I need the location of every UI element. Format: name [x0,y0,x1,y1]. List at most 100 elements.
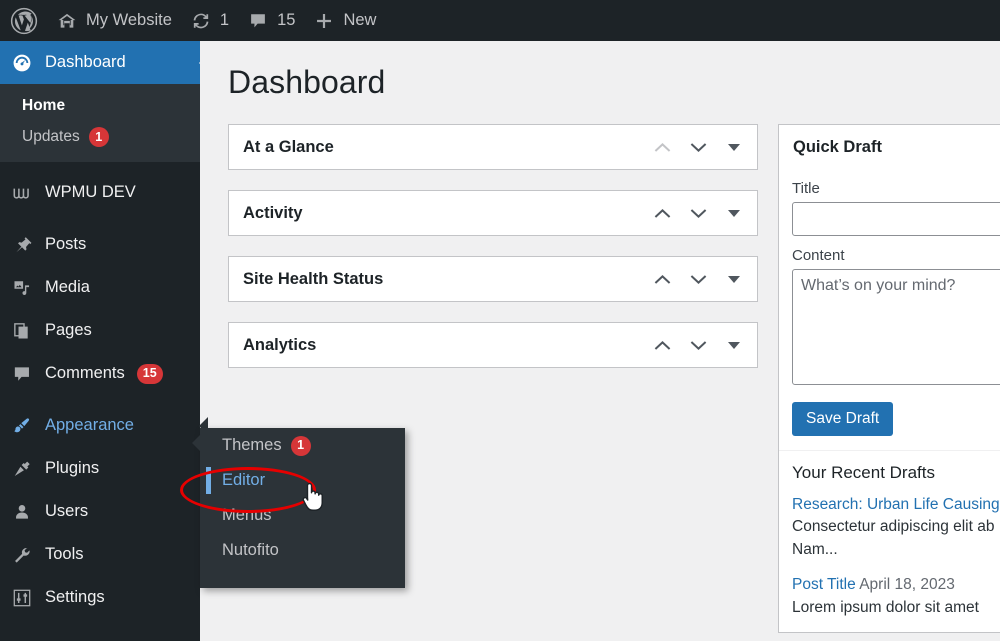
panel-title: Site Health Status [243,269,384,288]
new-content-label: New [343,11,377,30]
draft-item: Research: Urban Life Causing Consectetur… [792,494,1000,561]
sidebar-item-dashboard-label: Dashboard [45,53,126,72]
toggle-panel-button[interactable] [719,132,749,162]
chevron-down-icon [728,143,740,151]
flyout-item-nutofito[interactable]: Nutofito [200,533,405,568]
site-name-label: My Website [86,11,172,30]
move-up-button[interactable] [647,264,677,294]
move-up-button[interactable] [647,330,677,360]
move-down-button[interactable] [683,132,713,162]
appearance-flyout-submenu: Themes 1 Editor Menus Nutofito [192,428,405,588]
dashboard-gauge-icon [11,52,33,74]
flyout-item-nutofito-label: Nutofito [222,541,279,559]
move-down-button[interactable] [683,264,713,294]
menu-separator [0,214,200,223]
sidebar-item-comments[interactable]: Comments 15 [0,352,200,395]
draft-excerpt: Consectetur adipiscing elit ab Nam... [792,518,995,558]
panel-controls [647,330,749,360]
move-down-button[interactable] [683,198,713,228]
panel-activity: Activity [228,190,758,236]
recent-drafts-heading: Your Recent Drafts [792,463,935,482]
draft-link[interactable]: Research: Urban Life Causing [792,496,1000,513]
flyout-item-menus[interactable]: Menus [200,498,405,533]
paintbrush-icon [11,415,33,437]
toggle-panel-button[interactable] [719,198,749,228]
dashboard-submenu: Home Updates 1 [0,84,200,162]
panel-header[interactable]: Site Health Status [229,257,757,301]
toggle-panel-button[interactable] [719,330,749,360]
sidebar-item-settings[interactable]: Settings [0,576,200,619]
sidebar-item-plugins-label: Plugins [45,459,100,478]
wordpress-admin-screen: My Website 1 15 New Dashboard Home Updat… [0,0,1000,641]
toggle-panel-button[interactable] [719,264,749,294]
move-down-button[interactable] [683,330,713,360]
draft-item: Post Title April 18, 2023 Lorem ipsum do… [792,574,1000,619]
draft-excerpt: Lorem ipsum dolor sit amet [792,598,979,616]
home-icon [56,10,78,32]
panel-header[interactable]: Activity [229,191,757,235]
chevron-down-icon [728,341,740,349]
flyout-item-themes-label: Themes [222,436,282,454]
sidebar-item-dashboard[interactable]: Dashboard [0,41,200,84]
dashboard-column-side: Quick Draft Title Content Save Draft You… [778,124,1000,641]
sidebar-item-plugins[interactable]: Plugins [0,447,200,490]
flyout-item-editor[interactable]: Editor [200,463,405,498]
draft-content-textarea[interactable] [792,269,1000,385]
sidebar-item-appearance[interactable]: Appearance [0,404,200,447]
panel-title: Activity [243,203,303,222]
sidebar-item-appearance-label: Appearance [45,416,134,435]
wordpress-logo-button[interactable] [0,0,47,41]
submenu-item-updates[interactable]: Updates 1 [0,121,200,153]
draft-title-input[interactable] [792,202,1000,236]
sidebar-item-wpmu-dev-label: WPMU DEV [45,183,136,202]
title-field-label: Title [792,180,820,197]
sidebar-item-posts[interactable]: Posts [0,223,200,266]
flyout-item-themes[interactable]: Themes 1 [200,428,405,463]
flyout-item-menus-label: Menus [222,506,272,524]
panel-analytics: Analytics [228,322,758,368]
panel-header[interactable]: At a Glance [229,125,757,169]
wordpress-logo-icon [10,7,38,35]
draft-date: April 18, 2023 [859,576,955,594]
updates-button[interactable]: 1 [181,0,238,41]
sidebar-item-media[interactable]: Media [0,266,200,309]
wrench-icon [11,544,33,566]
site-name-button[interactable]: My Website [47,0,181,41]
updates-count: 1 [219,11,230,30]
chevron-down-icon [728,209,740,217]
sidebar-item-pages[interactable]: Pages [0,309,200,352]
chevron-down-icon [728,275,740,283]
submenu-item-home-label: Home [22,97,66,114]
wpmudev-icon [11,182,33,204]
panel-header[interactable]: Analytics [229,323,757,367]
media-icon [11,277,33,299]
submenu-item-home[interactable]: Home [0,91,200,121]
quick-draft-body: Title Content Save Draft [779,169,1000,450]
panel-at-a-glance: At a Glance [228,124,758,170]
sidebar-item-tools-label: Tools [45,545,84,564]
updates-badge: 1 [88,127,109,147]
sidebar-item-settings-label: Settings [45,588,105,607]
draft-link[interactable]: Post Title [792,576,856,593]
sidebar-item-tools[interactable]: Tools [0,533,200,576]
comments-button[interactable]: 15 [238,0,304,41]
panel-header[interactable]: Quick Draft [779,125,1000,169]
save-draft-button[interactable]: Save Draft [792,402,894,436]
move-up-button[interactable] [647,198,677,228]
new-content-button[interactable]: New [304,0,385,41]
menu-separator [0,395,200,404]
move-up-button[interactable] [647,132,677,162]
panel-title: Analytics [243,335,317,354]
plug-icon [11,458,33,480]
panel-quick-draft: Quick Draft Title Content Save Draft You… [778,124,1000,634]
comment-bubble-icon [247,10,269,32]
sidebar-item-users[interactable]: Users [0,490,200,533]
sidebar-item-users-label: Users [45,502,89,521]
comment-bubble-icon [11,363,33,385]
sidebar-item-posts-label: Posts [45,235,87,254]
sidebar-item-wpmu-dev[interactable]: WPMU DEV [0,171,200,214]
flyout-item-editor-label: Editor [222,471,266,489]
panel-controls [647,264,749,294]
admin-sidebar-menu: Dashboard Home Updates 1 WPMU DEV Posts [0,41,200,641]
